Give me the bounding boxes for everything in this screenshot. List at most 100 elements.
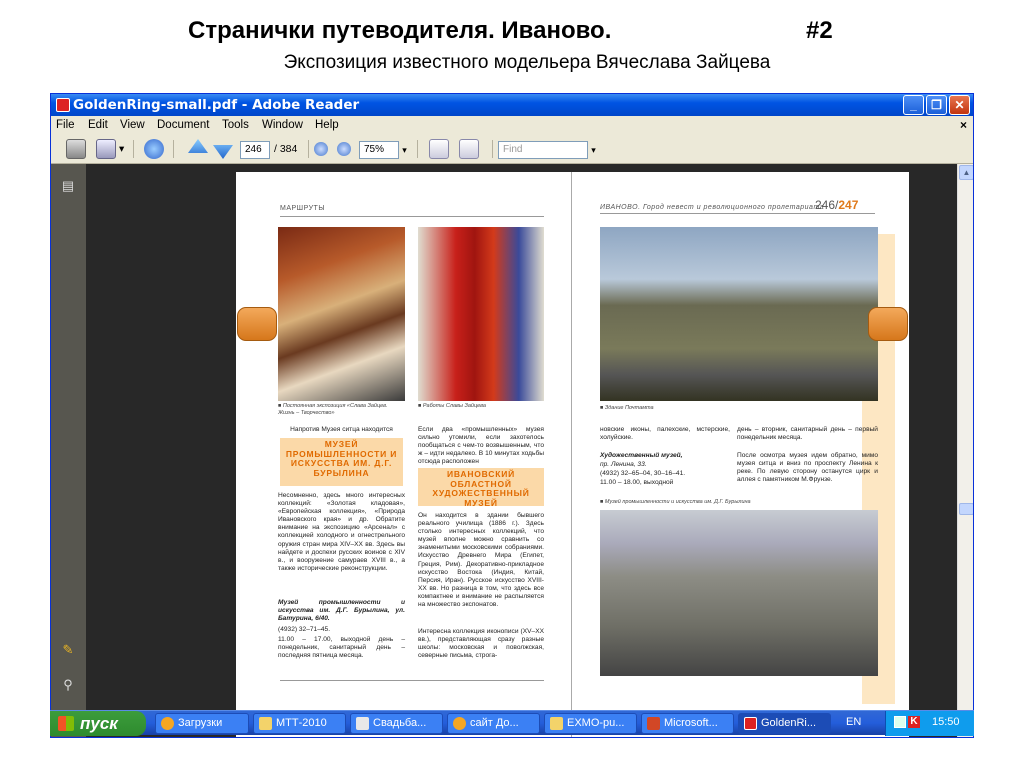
left-page: МАРШРУТЫ ■ Постоянная экспозиция «Слава …: [236, 172, 572, 737]
windows-logo-icon: [58, 716, 74, 731]
folder-icon: [259, 717, 272, 730]
pages-icon[interactable]: ▤: [60, 178, 76, 194]
photo-zaitsev-works: [418, 227, 544, 401]
col1-phone: (4932) 32–71–45.: [278, 626, 331, 633]
comment-icon[interactable]: ✎: [60, 642, 76, 658]
col2-hours: день – вторник, санитарный день – первый…: [737, 426, 878, 442]
pdf-icon: [56, 98, 70, 112]
firefox-icon: [453, 717, 466, 730]
col2-body-continued: Интересна коллекция иконописи (XV–XX вв.…: [418, 628, 544, 660]
find-field[interactable]: Find: [498, 141, 588, 159]
page-number-field[interactable]: 246: [240, 141, 270, 159]
fit-page-icon[interactable]: [459, 139, 479, 159]
document-icon: [356, 717, 369, 730]
zoom-in-icon[interactable]: [337, 142, 351, 156]
start-button[interactable]: пуск: [50, 711, 146, 736]
col2-body: Он находится в здании бывшего реального …: [418, 512, 544, 609]
right-page: ИВАНОВО. Город невест и революционного п…: [572, 172, 909, 737]
col1-text: новские иконы, палехские, мстерские, хол…: [600, 426, 730, 442]
right-page-header: ИВАНОВО. Город невест и революционного п…: [600, 204, 825, 211]
clock: 15:50: [932, 716, 960, 728]
fit-width-icon[interactable]: [429, 139, 449, 159]
taskbar-item-downloads[interactable]: Загрузки: [155, 713, 249, 734]
document-close-button[interactable]: ×: [960, 118, 967, 132]
menu-edit[interactable]: Edit: [88, 119, 108, 131]
antivirus-icon[interactable]: K: [908, 716, 920, 728]
email-icon[interactable]: [96, 139, 116, 159]
col1-phone: (4932) 32–65–04, 30–16–41.: [600, 470, 686, 477]
close-button[interactable]: ✕: [949, 95, 970, 115]
header-rule: [600, 213, 875, 214]
menu-file[interactable]: File: [56, 119, 75, 131]
system-tray: K 15:50: [885, 711, 974, 736]
folder-icon: [550, 717, 563, 730]
arrow-down-icon[interactable]: [213, 145, 233, 159]
col2-intro: Если два «промышленных» музея сильно уто…: [418, 426, 544, 466]
left-page-header: МАРШРУТЫ: [280, 205, 326, 212]
museum-heading-box: МУЗЕЙ ПРОМЫШЛЕННОСТИ И ИСКУССТВА ИМ. Д.Г…: [280, 438, 403, 486]
museum-heading-box: ИВАНОВСКИЙ ОБЛАСТНОЙ ХУДОЖЕСТВЕННЫЙ МУЗЕ…: [418, 468, 544, 507]
menu-document[interactable]: Document: [157, 119, 209, 131]
scrollbar-thumb[interactable]: [959, 503, 973, 515]
email-dropdown-icon[interactable]: ▾: [119, 143, 124, 155]
taskbar-item-powerpoint[interactable]: Microsoft...: [641, 713, 734, 734]
zoom-field[interactable]: 75%: [359, 141, 399, 159]
header-rule: [280, 216, 544, 217]
taskbar-item-folder[interactable]: EXMO-pu...: [544, 713, 637, 734]
photo-caption: ■ Музей промышленности и искусства им. Д…: [600, 499, 751, 505]
attachment-icon[interactable]: ⚲: [60, 677, 76, 693]
language-indicator[interactable]: EN: [846, 716, 861, 728]
slide-heading: Странички путеводителя. Иваново.: [188, 17, 612, 44]
menu-tools[interactable]: Tools: [222, 119, 249, 131]
photo-burylin-museum: [600, 510, 878, 676]
zoom-dropdown-icon[interactable]: ▾: [399, 141, 410, 159]
print-icon[interactable]: [66, 139, 86, 159]
minimize-button[interactable]: _: [903, 95, 924, 115]
photo-exhibition-staircase: [278, 227, 405, 401]
menu-help[interactable]: Help: [315, 119, 339, 131]
slide-number: #2: [806, 17, 833, 44]
powerpoint-icon: [647, 717, 660, 730]
arrow-up-icon[interactable]: [188, 139, 208, 153]
slide-subtitle: Экспозиция известного модельера Вячеслав…: [283, 52, 771, 73]
col2-body: После осмотра музея идем обратно, мимо м…: [737, 452, 878, 484]
left-page-tab: [237, 307, 277, 341]
start-label: пуск: [80, 714, 118, 733]
toolbar-separator: [173, 140, 174, 158]
firefox-icon: [161, 717, 174, 730]
taskbar-item-browser[interactable]: сайт До...: [447, 713, 540, 734]
taskbar-item-folder[interactable]: МТТ-2010: [253, 713, 346, 734]
photo-post-office: [600, 227, 878, 401]
taskbar: пуск Загрузки МТТ-2010 Свадьба... сайт Д…: [50, 710, 974, 736]
pdf-icon: [744, 717, 757, 730]
find-dropdown-icon[interactable]: ▾: [588, 141, 599, 159]
photo-caption: ■ Здание Почтамта: [600, 405, 654, 411]
photo-caption: ■ Работы Славы Зайцева: [418, 403, 486, 409]
network-icon[interactable]: [894, 716, 906, 728]
menu-bar: File Edit View Document Tools Window Hel…: [51, 116, 973, 134]
zoom-out-icon[interactable]: [314, 142, 328, 156]
hand-icon[interactable]: [144, 139, 164, 159]
taskbar-item-adobe-reader[interactable]: GoldenRi...: [738, 713, 831, 734]
right-page-tab: [868, 307, 908, 341]
title-bar[interactable]: GoldenRing-small.pdf - Adobe Reader _ ❐ …: [51, 94, 973, 116]
footer-rule: [280, 680, 544, 681]
toolbar-separator: [133, 140, 134, 158]
document-view[interactable]: МАРШРУТЫ ■ Постоянная экспозиция «Слава …: [86, 164, 957, 737]
taskbar-item-document[interactable]: Свадьба...: [350, 713, 443, 734]
col1-museum: Художественный музей,: [600, 452, 683, 459]
page-number: 246/247: [815, 198, 859, 212]
adobe-reader-window: GoldenRing-small.pdf - Adobe Reader _ ❐ …: [50, 93, 974, 738]
slide-title: Странички путеводителя. Иваново. #2: [0, 17, 1024, 47]
navigation-panel: ▤ ✎ ⚲: [51, 164, 86, 737]
toolbar-separator: [308, 140, 309, 158]
scroll-up-arrow-icon[interactable]: ▲: [959, 165, 973, 180]
col1-hours: 11.00 – 18.00, выходной: [600, 479, 674, 486]
photo-caption: ■ Постоянная экспозиция «Слава Зайцев. Ж…: [278, 403, 388, 416]
maximize-button[interactable]: ❐: [926, 95, 947, 115]
page-total-label: / 384: [274, 143, 298, 155]
window-title: GoldenRing-small.pdf - Adobe Reader: [73, 97, 360, 113]
menu-window[interactable]: Window: [262, 119, 303, 131]
vertical-scrollbar[interactable]: ▲ ▼: [957, 164, 973, 737]
menu-view[interactable]: View: [120, 119, 145, 131]
